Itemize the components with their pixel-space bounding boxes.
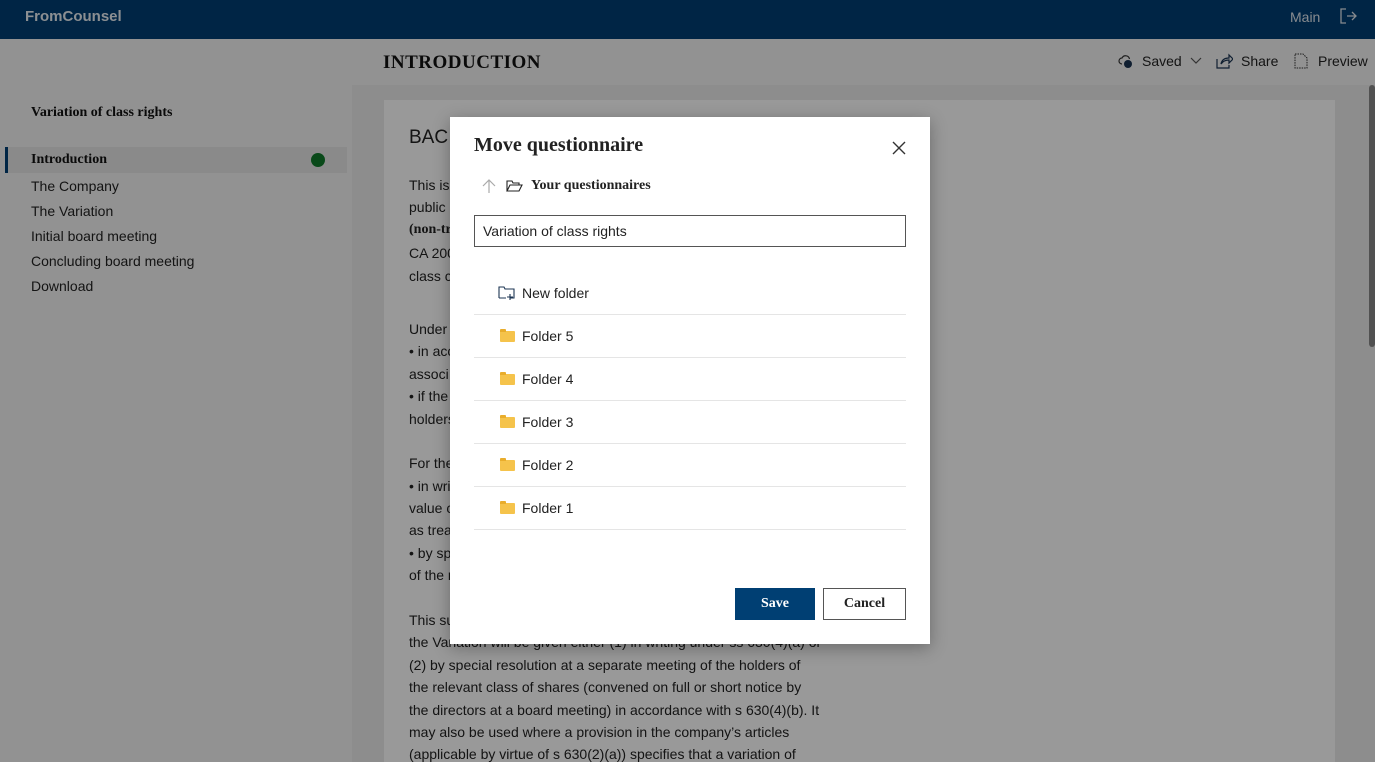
cancel-button[interactable]: Cancel [823,588,906,620]
breadcrumb: Your questionnaires [480,177,651,195]
folder-icon [499,414,515,428]
folder-icon [499,328,515,342]
questionnaire-name-input[interactable] [474,215,906,247]
new-folder-icon [498,286,515,300]
folder-row[interactable]: Folder 1 [474,487,906,530]
folder-label: Folder 2 [522,457,574,473]
arrow-up-icon[interactable] [480,177,498,195]
folder-row[interactable]: Folder 2 [474,444,906,487]
dialog-title: Move questionnaire [474,134,644,156]
move-questionnaire-dialog: Move questionnaire Your questionnaires N… [450,117,930,644]
folder-row[interactable]: Folder 4 [474,358,906,401]
folder-icon [499,371,515,385]
folder-open-icon [506,180,523,192]
save-button[interactable]: Save [735,588,815,620]
folder-label: Folder 5 [522,328,574,344]
folder-label: Folder 1 [522,500,574,516]
folder-label: Folder 3 [522,414,574,430]
new-folder-button[interactable]: New folder [474,272,906,315]
folder-row[interactable]: Folder 3 [474,401,906,444]
new-folder-label: New folder [522,285,589,301]
breadcrumb-current: Your questionnaires [531,178,651,193]
folder-icon [499,500,515,514]
folder-icon [499,457,515,471]
folder-label: Folder 4 [522,371,574,387]
folder-row[interactable]: Folder 5 [474,315,906,358]
close-icon[interactable] [890,139,908,157]
